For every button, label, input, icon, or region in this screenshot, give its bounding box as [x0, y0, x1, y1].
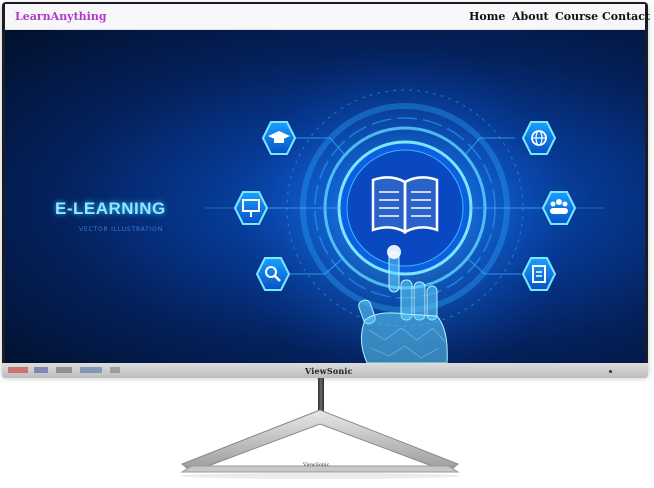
hero-illustration [205, 50, 605, 363]
book-icon [371, 176, 439, 235]
stand-brand-label: ViewSonic [303, 462, 330, 468]
graduation-cap-icon [261, 121, 297, 155]
power-led-icon [609, 370, 612, 373]
nav-link-home[interactable]: Home [469, 10, 505, 23]
hero-title: E-LEARNING [55, 199, 166, 218]
hero-image: E-LEARNING VECTOR ILLUSTRATION [5, 30, 645, 363]
navbar: LearnAnything Home About Course Contact [5, 4, 650, 30]
monitor-stand-base [180, 409, 460, 479]
people-group-icon [541, 191, 577, 225]
monitor-brand-label: ViewSonic [305, 366, 353, 376]
brand-logo[interactable]: LearnAnything [15, 10, 107, 23]
globe-icon [521, 121, 557, 155]
presentation-board-icon [233, 191, 269, 225]
nav-link-course[interactable]: Course [555, 10, 598, 23]
clipboard-icon [521, 257, 557, 291]
nav-link-contact[interactable]: Contact [602, 10, 650, 23]
search-icon [255, 257, 291, 291]
certification-stickers-icon [8, 367, 120, 373]
sticker-logos [8, 366, 128, 375]
hero-subtitle: VECTOR ILLUSTRATION [79, 226, 163, 233]
nav-link-about[interactable]: About [512, 10, 549, 23]
